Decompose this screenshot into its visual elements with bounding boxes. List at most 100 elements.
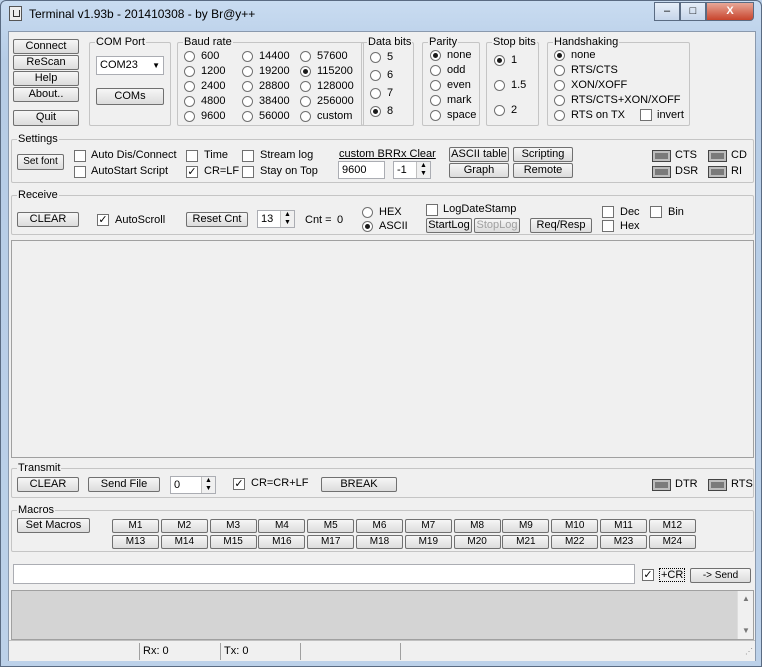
- hex-display-checkbox[interactable]: [602, 220, 614, 232]
- transmit-clear-button[interactable]: CLEAR: [17, 477, 79, 492]
- log-date-stamp-checkbox[interactable]: [426, 204, 438, 216]
- set-font-button[interactable]: Set font: [17, 154, 64, 170]
- baud-radio-0[interactable]: [184, 51, 195, 62]
- send-button[interactable]: -> Send: [690, 568, 751, 583]
- auto-dis-connect-checkbox[interactable]: [74, 150, 86, 162]
- macro-button-m10[interactable]: M10: [551, 519, 599, 533]
- baud-radio-3[interactable]: [184, 96, 195, 107]
- macro-button-m15[interactable]: M15: [209, 535, 257, 549]
- ascii-radio[interactable]: [362, 221, 373, 232]
- stop-log-button[interactable]: StopLog: [474, 218, 520, 233]
- baud-radio-4[interactable]: [184, 111, 195, 122]
- macro-button-m17[interactable]: M17: [307, 535, 355, 549]
- macro-button-m16[interactable]: M16: [258, 535, 306, 549]
- stop-bits-radio-1[interactable]: [494, 80, 505, 91]
- baud-radio-14[interactable]: [300, 111, 311, 122]
- plus-cr-checkbox[interactable]: ✓: [642, 569, 654, 581]
- macro-button-m11[interactable]: M11: [600, 519, 647, 533]
- macro-button-m19[interactable]: M19: [404, 535, 452, 549]
- graph-button[interactable]: Graph: [449, 163, 509, 178]
- macro-button-m7[interactable]: M7: [404, 519, 452, 533]
- start-log-button[interactable]: StartLog: [426, 218, 472, 233]
- scroll-up-icon[interactable]: ▲: [742, 594, 750, 603]
- rx-clear-spinner[interactable]: ▲ ▼: [416, 162, 430, 178]
- coms-button[interactable]: COMs: [96, 88, 164, 105]
- output-area[interactable]: ▲ ▼: [11, 590, 754, 640]
- transmit-counter-spinner[interactable]: ▲ ▼: [201, 477, 215, 493]
- rx-clear-input[interactable]: -1 ▲ ▼: [393, 161, 431, 179]
- send-file-button[interactable]: Send File: [88, 477, 160, 492]
- data-bits-radio-2[interactable]: [370, 88, 381, 99]
- rescan-button[interactable]: ReScan: [13, 55, 79, 70]
- reset-cnt-button[interactable]: Reset Cnt: [186, 212, 248, 227]
- baud-radio-6[interactable]: [242, 66, 253, 77]
- macro-button-m6[interactable]: M6: [356, 519, 403, 533]
- quit-button[interactable]: Quit: [13, 110, 79, 126]
- data-bits-radio-1[interactable]: [370, 70, 381, 81]
- macro-button-m14[interactable]: M14: [160, 535, 208, 549]
- macro-button-m24[interactable]: M24: [648, 535, 696, 549]
- remote-button[interactable]: Remote: [513, 163, 573, 178]
- parity-radio-2[interactable]: [430, 80, 441, 91]
- stop-bits-radio-2[interactable]: [494, 105, 505, 116]
- transmit-counter-input[interactable]: 0 ▲ ▼: [170, 476, 216, 494]
- macro-button-m21[interactable]: M21: [502, 535, 550, 549]
- baud-radio-10[interactable]: [300, 51, 311, 62]
- close-button[interactable]: X: [706, 2, 754, 21]
- stop-bits-radio-0[interactable]: [494, 55, 505, 66]
- macro-button-m18[interactable]: M18: [356, 535, 403, 549]
- macro-button-m5[interactable]: M5: [307, 519, 355, 533]
- send-input[interactable]: [13, 564, 635, 584]
- baud-radio-7[interactable]: [242, 81, 253, 92]
- macro-button-m13[interactable]: M13: [112, 535, 159, 549]
- macro-button-m3[interactable]: M3: [209, 519, 257, 533]
- macro-button-m8[interactable]: M8: [453, 519, 501, 533]
- req-resp-button[interactable]: Req/Resp: [530, 218, 592, 233]
- handshaking-radio-1[interactable]: [554, 65, 565, 76]
- handshaking-radio-0[interactable]: [554, 50, 565, 61]
- parity-radio-0[interactable]: [430, 50, 441, 61]
- handshaking-radio-3[interactable]: [554, 95, 565, 106]
- macro-button-m1[interactable]: M1: [112, 519, 159, 533]
- help-button[interactable]: Help: [13, 71, 79, 86]
- crlf-checkbox[interactable]: ✓: [186, 166, 198, 178]
- autostart-script-checkbox[interactable]: [74, 166, 86, 178]
- title-bar[interactable]: Terminal v1.93b - 201410308 - by Br@y++ …: [1, 1, 761, 27]
- time-checkbox[interactable]: [186, 150, 198, 162]
- stay-on-top-checkbox[interactable]: [242, 166, 254, 178]
- baud-radio-9[interactable]: [242, 111, 253, 122]
- handshaking-radio-2[interactable]: [554, 80, 565, 91]
- output-scrollbar[interactable]: ▲ ▼: [737, 591, 753, 639]
- parity-radio-3[interactable]: [430, 95, 441, 106]
- baud-radio-5[interactable]: [242, 51, 253, 62]
- bin-checkbox[interactable]: [650, 206, 662, 218]
- custom-br-input[interactable]: 9600: [338, 161, 385, 179]
- break-button[interactable]: BREAK: [321, 477, 397, 492]
- baud-radio-12[interactable]: [300, 81, 311, 92]
- macro-button-m9[interactable]: M9: [502, 519, 550, 533]
- data-bits-radio-3[interactable]: [370, 106, 381, 117]
- parity-radio-4[interactable]: [430, 110, 441, 121]
- autoscroll-checkbox[interactable]: ✓: [97, 214, 109, 226]
- receive-clear-button[interactable]: CLEAR: [17, 212, 79, 227]
- resize-grip-icon[interactable]: ⋰: [745, 647, 753, 656]
- baud-radio-2[interactable]: [184, 81, 195, 92]
- macro-button-m20[interactable]: M20: [453, 535, 501, 549]
- macro-button-m2[interactable]: M2: [160, 519, 208, 533]
- maximize-button[interactable]: □: [680, 2, 706, 21]
- invert-checkbox[interactable]: [640, 109, 652, 121]
- crcrlf-checkbox[interactable]: ✓: [233, 478, 245, 490]
- cnt-spinner[interactable]: ▲ ▼: [280, 211, 294, 227]
- scripting-button[interactable]: Scripting: [513, 147, 573, 162]
- stream-log-checkbox[interactable]: [242, 150, 254, 162]
- ascii-table-button[interactable]: ASCII table: [449, 147, 509, 162]
- baud-radio-11[interactable]: [300, 66, 311, 77]
- baud-radio-13[interactable]: [300, 96, 311, 107]
- hex-radio[interactable]: [362, 207, 373, 218]
- baud-radio-8[interactable]: [242, 96, 253, 107]
- cnt-input[interactable]: 13 ▲ ▼: [257, 210, 295, 228]
- macro-button-m12[interactable]: M12: [648, 519, 696, 533]
- set-macros-button[interactable]: Set Macros: [17, 518, 90, 533]
- macro-button-m23[interactable]: M23: [600, 535, 647, 549]
- connect-button[interactable]: Connect: [13, 39, 79, 54]
